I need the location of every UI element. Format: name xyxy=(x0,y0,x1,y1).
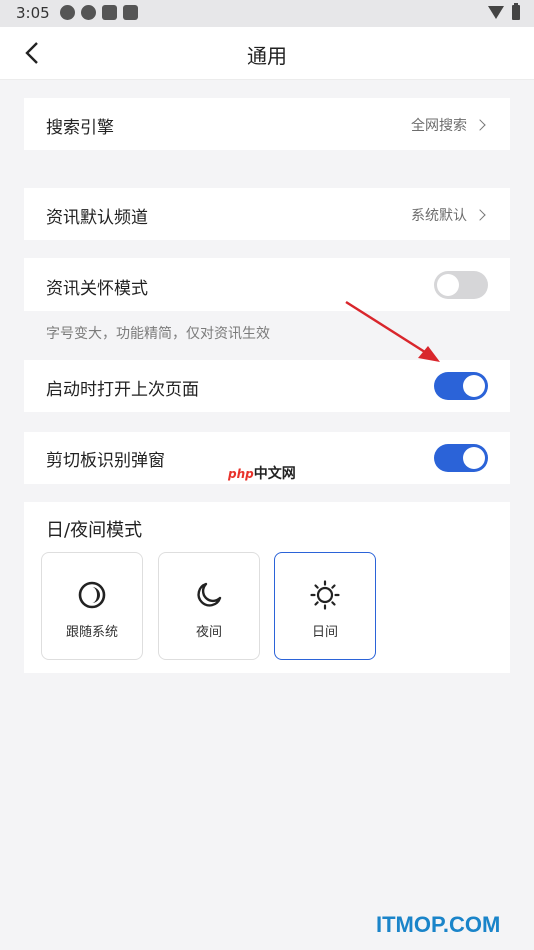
wifi-icon xyxy=(488,6,504,19)
news-channel-label: 资讯默认频道 xyxy=(46,208,148,228)
sun-icon xyxy=(310,580,340,610)
mode-night[interactable]: 夜间 xyxy=(158,552,260,660)
notification-icons xyxy=(60,5,138,20)
search-engine-value: 全网搜索 xyxy=(411,118,467,134)
moon-icon xyxy=(197,582,222,607)
mode-follow-system[interactable]: 跟随系统 xyxy=(41,552,143,660)
mode-day[interactable]: 日间 xyxy=(274,552,376,660)
search-engine-value-group: 全网搜索 xyxy=(411,115,486,135)
theme-mode-title: 日/夜间模式 xyxy=(46,520,143,541)
system-icons xyxy=(488,3,520,20)
news-channel-row[interactable]: 资讯默认频道 系统默认 xyxy=(24,188,510,240)
toggle-knob xyxy=(463,447,485,469)
follow-system-icon xyxy=(78,581,106,609)
a-icon xyxy=(102,5,117,20)
care-mode-label: 资讯关怀模式 xyxy=(46,279,148,299)
clipboard-popup-label: 剪切板识别弹窗 xyxy=(46,451,165,471)
care-mode-hint: 字号变大，功能精简，仅对资讯生效 xyxy=(46,326,270,342)
restore-last-page-toggle[interactable] xyxy=(434,372,488,400)
app-icon xyxy=(81,5,96,20)
weibo-icon xyxy=(60,5,75,20)
status-bar: 3:05 xyxy=(0,0,534,27)
watermark-text: 中文网 xyxy=(253,466,296,482)
php-watermark: php中文网 xyxy=(228,463,296,483)
annotation-arrow xyxy=(345,300,440,362)
status-time: 3:05 xyxy=(16,4,50,22)
toggle-knob xyxy=(463,375,485,397)
search-engine-row[interactable]: 搜索引擎 全网搜索 xyxy=(24,98,510,150)
theme-mode-card: 日/夜间模式 跟随系统 夜间 日间 xyxy=(24,502,510,673)
news-channel-value: 系统默认 xyxy=(411,208,467,224)
corner-watermark: ITMOP.COM xyxy=(376,912,501,937)
clipboard-popup-toggle[interactable] xyxy=(434,444,488,472)
mode-label: 跟随系统 xyxy=(65,625,118,640)
battery-icon xyxy=(512,3,520,20)
chevron-right-icon xyxy=(474,119,486,131)
square-icon xyxy=(123,5,138,20)
chevron-right-icon xyxy=(474,209,486,221)
search-engine-label: 搜索引擎 xyxy=(46,118,114,138)
news-channel-value-group: 系统默认 xyxy=(411,205,486,225)
navigation-bar: 通用 xyxy=(0,27,534,80)
toggle-knob xyxy=(437,274,459,296)
page-title: 通用 xyxy=(247,44,287,68)
watermark-logo: php xyxy=(228,467,254,481)
care-mode-toggle[interactable] xyxy=(434,271,488,299)
mode-label: 夜间 xyxy=(195,625,222,640)
mode-label: 日间 xyxy=(311,625,338,640)
restore-last-page-label: 启动时打开上次页面 xyxy=(46,380,199,400)
